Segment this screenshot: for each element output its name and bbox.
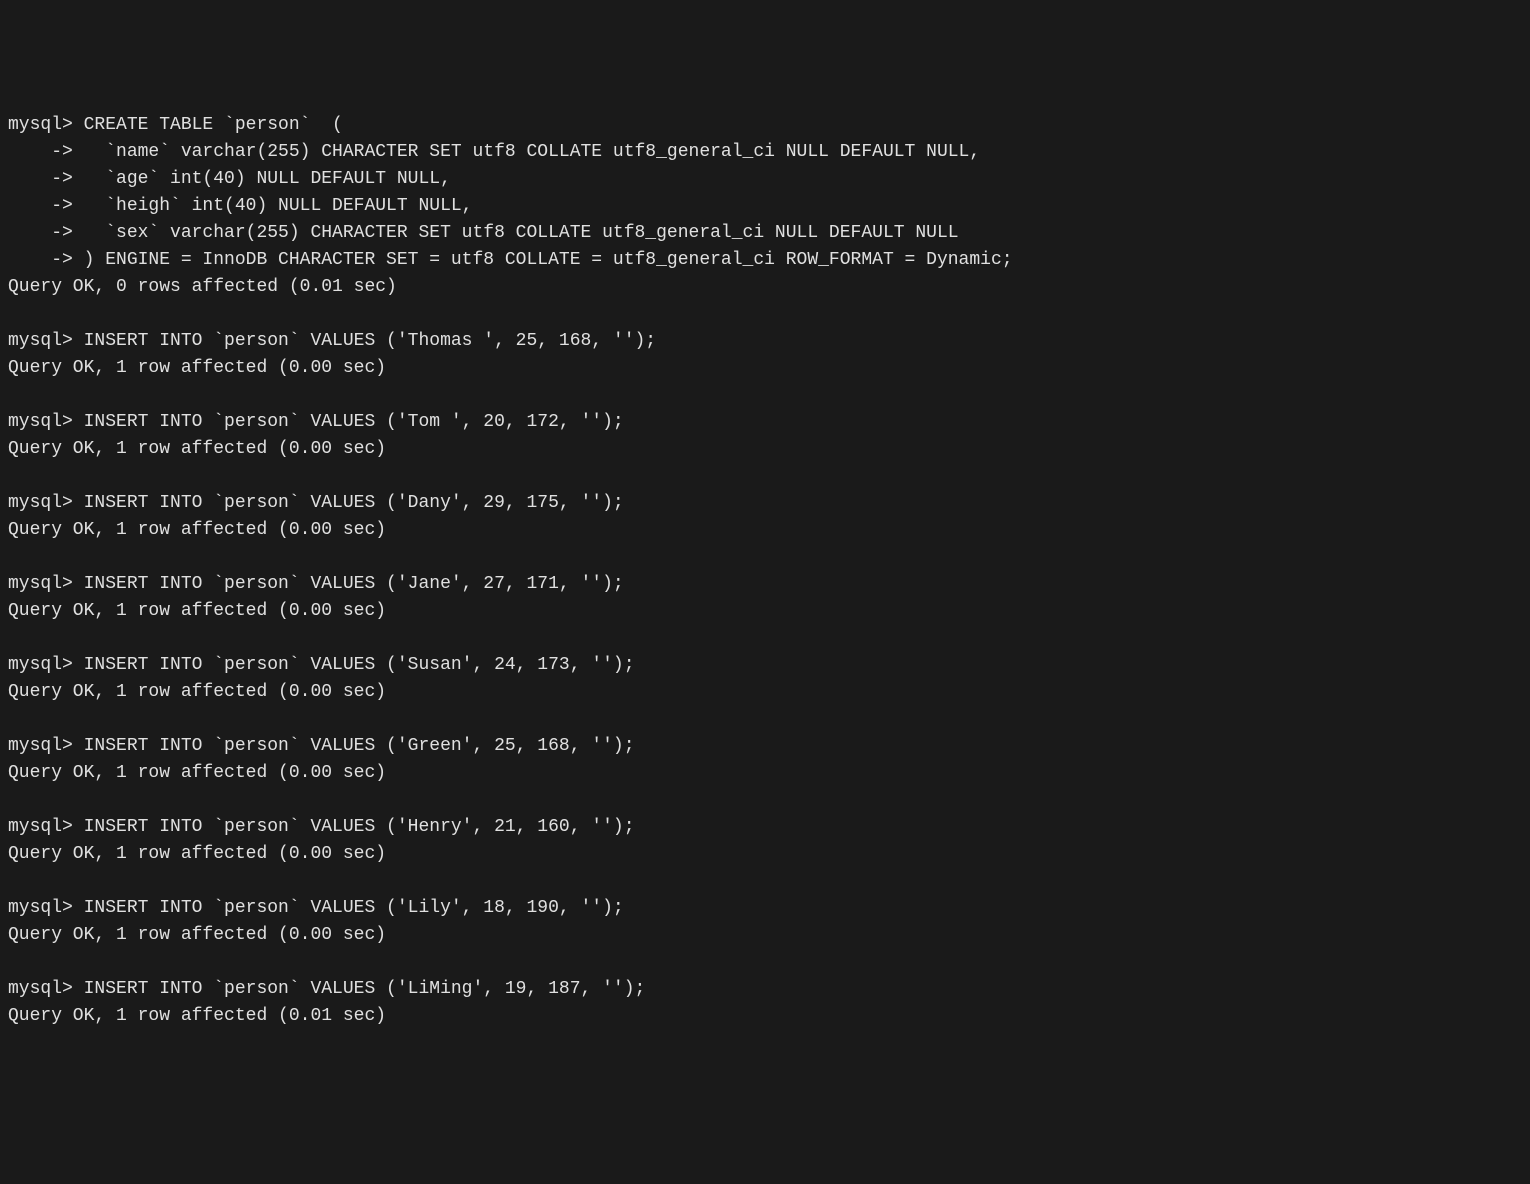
terminal-line: -> `sex` varchar(255) CHARACTER SET utf8… [8,220,1522,247]
terminal-line: Query OK, 1 row affected (0.00 sec) [8,922,1522,949]
terminal-output[interactable]: mysql> CREATE TABLE `person` ( -> `name`… [8,112,1522,1030]
terminal-line [8,949,1522,976]
terminal-line: Query OK, 1 row affected (0.00 sec) [8,841,1522,868]
terminal-line: Query OK, 0 rows affected (0.01 sec) [8,274,1522,301]
terminal-line: mysql> CREATE TABLE `person` ( [8,112,1522,139]
terminal-line: Query OK, 1 row affected (0.00 sec) [8,598,1522,625]
terminal-line: -> ) ENGINE = InnoDB CHARACTER SET = utf… [8,247,1522,274]
terminal-line: Query OK, 1 row affected (0.00 sec) [8,517,1522,544]
terminal-line [8,463,1522,490]
terminal-line: Query OK, 1 row affected (0.01 sec) [8,1003,1522,1030]
terminal-line: mysql> INSERT INTO `person` VALUES ('Tom… [8,409,1522,436]
terminal-line [8,382,1522,409]
terminal-line: -> `heigh` int(40) NULL DEFAULT NULL, [8,193,1522,220]
terminal-line: mysql> INSERT INTO `person` VALUES ('Dan… [8,490,1522,517]
terminal-line: -> `name` varchar(255) CHARACTER SET utf… [8,139,1522,166]
terminal-line: Query OK, 1 row affected (0.00 sec) [8,355,1522,382]
terminal-line [8,301,1522,328]
terminal-line: -> `age` int(40) NULL DEFAULT NULL, [8,166,1522,193]
terminal-line: mysql> INSERT INTO `person` VALUES ('Gre… [8,733,1522,760]
terminal-line [8,544,1522,571]
terminal-line [8,706,1522,733]
terminal-line: mysql> INSERT INTO `person` VALUES ('Hen… [8,814,1522,841]
terminal-line: mysql> INSERT INTO `person` VALUES ('Lil… [8,895,1522,922]
terminal-line [8,868,1522,895]
terminal-line [8,625,1522,652]
terminal-line: mysql> INSERT INTO `person` VALUES ('Jan… [8,571,1522,598]
terminal-line: mysql> INSERT INTO `person` VALUES ('Sus… [8,652,1522,679]
terminal-line [8,787,1522,814]
terminal-line: mysql> INSERT INTO `person` VALUES ('LiM… [8,976,1522,1003]
terminal-line: Query OK, 1 row affected (0.00 sec) [8,436,1522,463]
terminal-line: Query OK, 1 row affected (0.00 sec) [8,760,1522,787]
terminal-line: Query OK, 1 row affected (0.00 sec) [8,679,1522,706]
terminal-line: mysql> INSERT INTO `person` VALUES ('Tho… [8,328,1522,355]
